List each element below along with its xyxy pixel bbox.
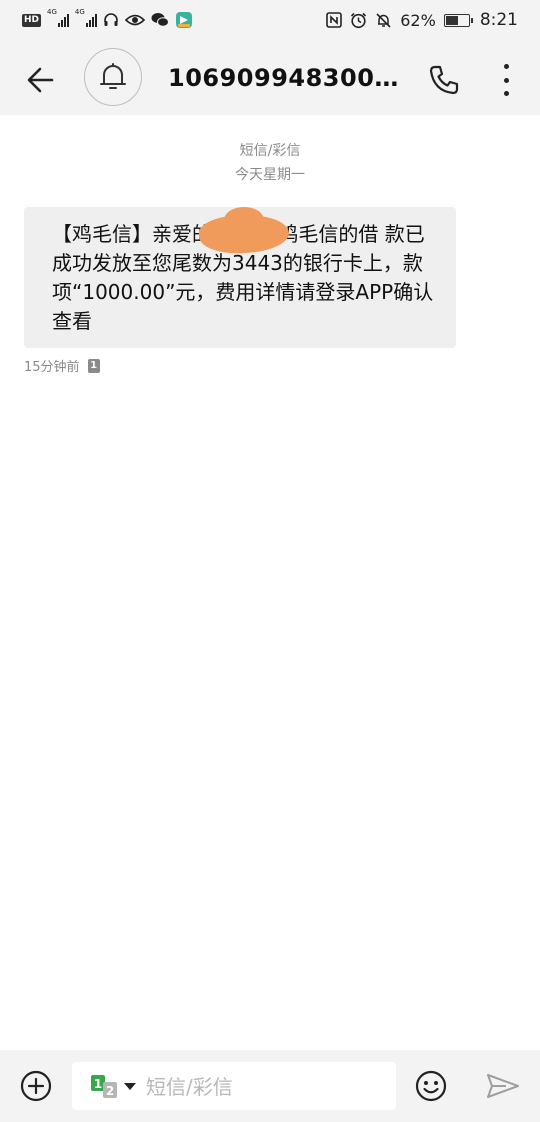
message-time: 15分钟前 [24,360,80,375]
call-button[interactable] [426,62,462,98]
sim-switch-icon: 1 2 [91,1075,136,1098]
contact-avatar[interactable] [84,48,142,106]
message-input-box[interactable]: 1 2 [72,1062,396,1110]
add-circle-icon [20,1070,52,1102]
status-bar: HD 4G 4G 62% 8:21 [0,0,540,42]
sim-primary-label: 1 [94,1077,102,1091]
alarm-icon [350,9,367,31]
status-right: 62% 8:21 [326,9,518,31]
composer-bar: 1 2 [0,1050,540,1122]
sim-switch-button[interactable]: 1 2 [90,1074,138,1098]
wechat-icon [151,9,169,31]
channel-label: 短信/彩信 [239,143,301,159]
mute-icon [375,9,392,31]
headphones-icon [103,9,119,31]
back-button[interactable] [22,62,62,98]
sim-badge: 1 [87,358,100,373]
hd-icon: HD [22,13,42,27]
eye-icon [124,9,145,31]
clock: 8:21 [479,10,518,30]
bell-icon [100,63,126,89]
message-meta: 15分钟前 1 [24,356,100,375]
date-separator: 今天星期一 [235,167,305,183]
signal-sim1-icon: 4G [47,9,69,31]
add-attachment-button[interactable] [20,1070,52,1102]
emoji-icon [415,1070,447,1102]
emoji-button[interactable] [415,1070,447,1102]
back-arrow-icon [27,67,54,93]
more-vertical-icon[interactable] [494,60,518,100]
phone-icon [429,65,459,95]
conversation-header: 10690994830030... [0,42,540,115]
message-bubble[interactable]: 【鸡毛信】亲爱的 ，您在鸡毛信的借 款已成功发放至您尾数为3443的银行卡上，款… [24,207,456,348]
status-left: HD 4G 4G [22,9,193,31]
conversation-title[interactable]: 10690994830030... [168,64,408,92]
app-icon [175,9,193,31]
signal-sim2-icon: 4G [75,9,97,31]
redaction-mark-top [224,207,264,233]
message-input[interactable] [144,1070,388,1104]
battery-fill [445,15,459,25]
battery-icon [443,9,473,31]
send-icon [487,1074,519,1098]
send-button[interactable] [486,1072,520,1100]
nfc-icon [326,9,343,31]
battery-percent: 62% [400,10,436,30]
sim-secondary-label: 2 [106,1084,114,1098]
